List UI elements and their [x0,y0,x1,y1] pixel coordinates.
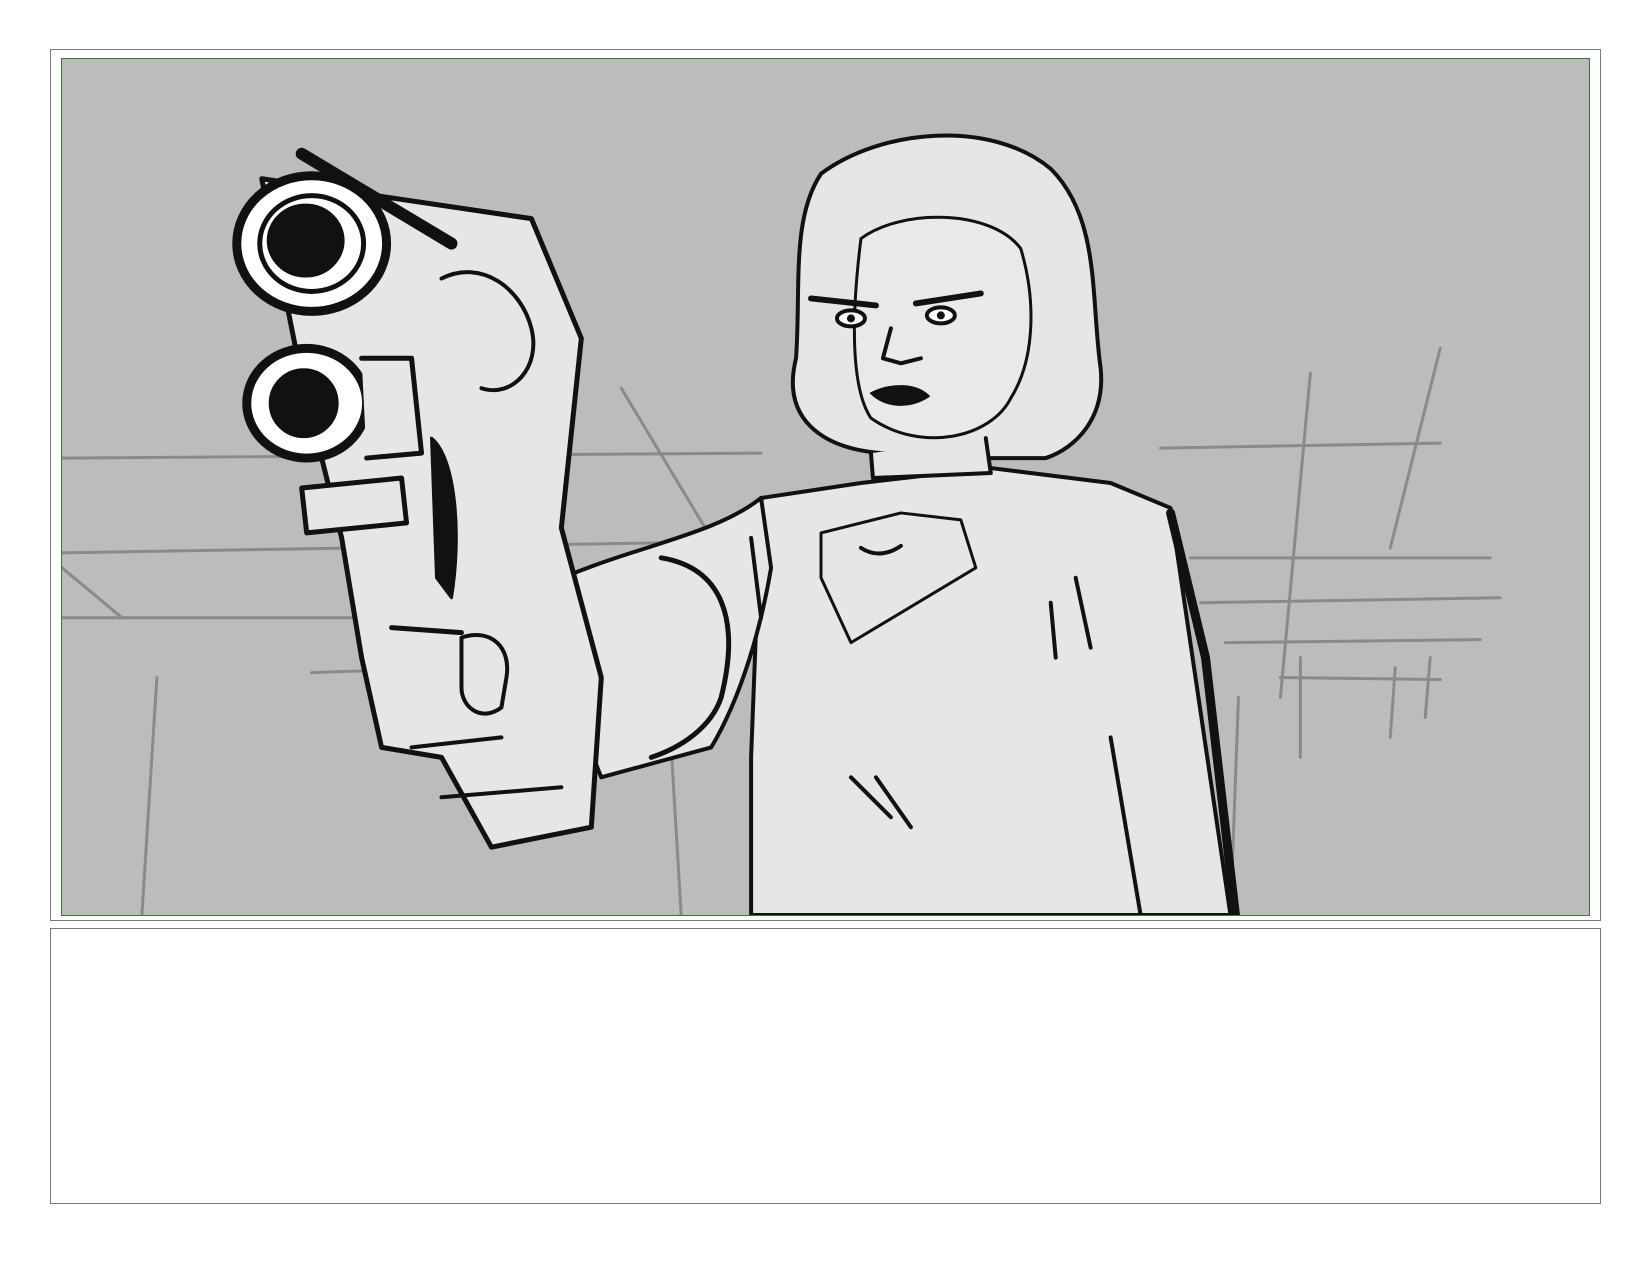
sketch-drawing [62,133,1502,915]
storyboard-notes-box[interactable] [50,928,1601,1204]
woman-figure [749,133,1240,915]
storyboard-panel-image [61,58,1590,916]
pistol [232,147,604,850]
